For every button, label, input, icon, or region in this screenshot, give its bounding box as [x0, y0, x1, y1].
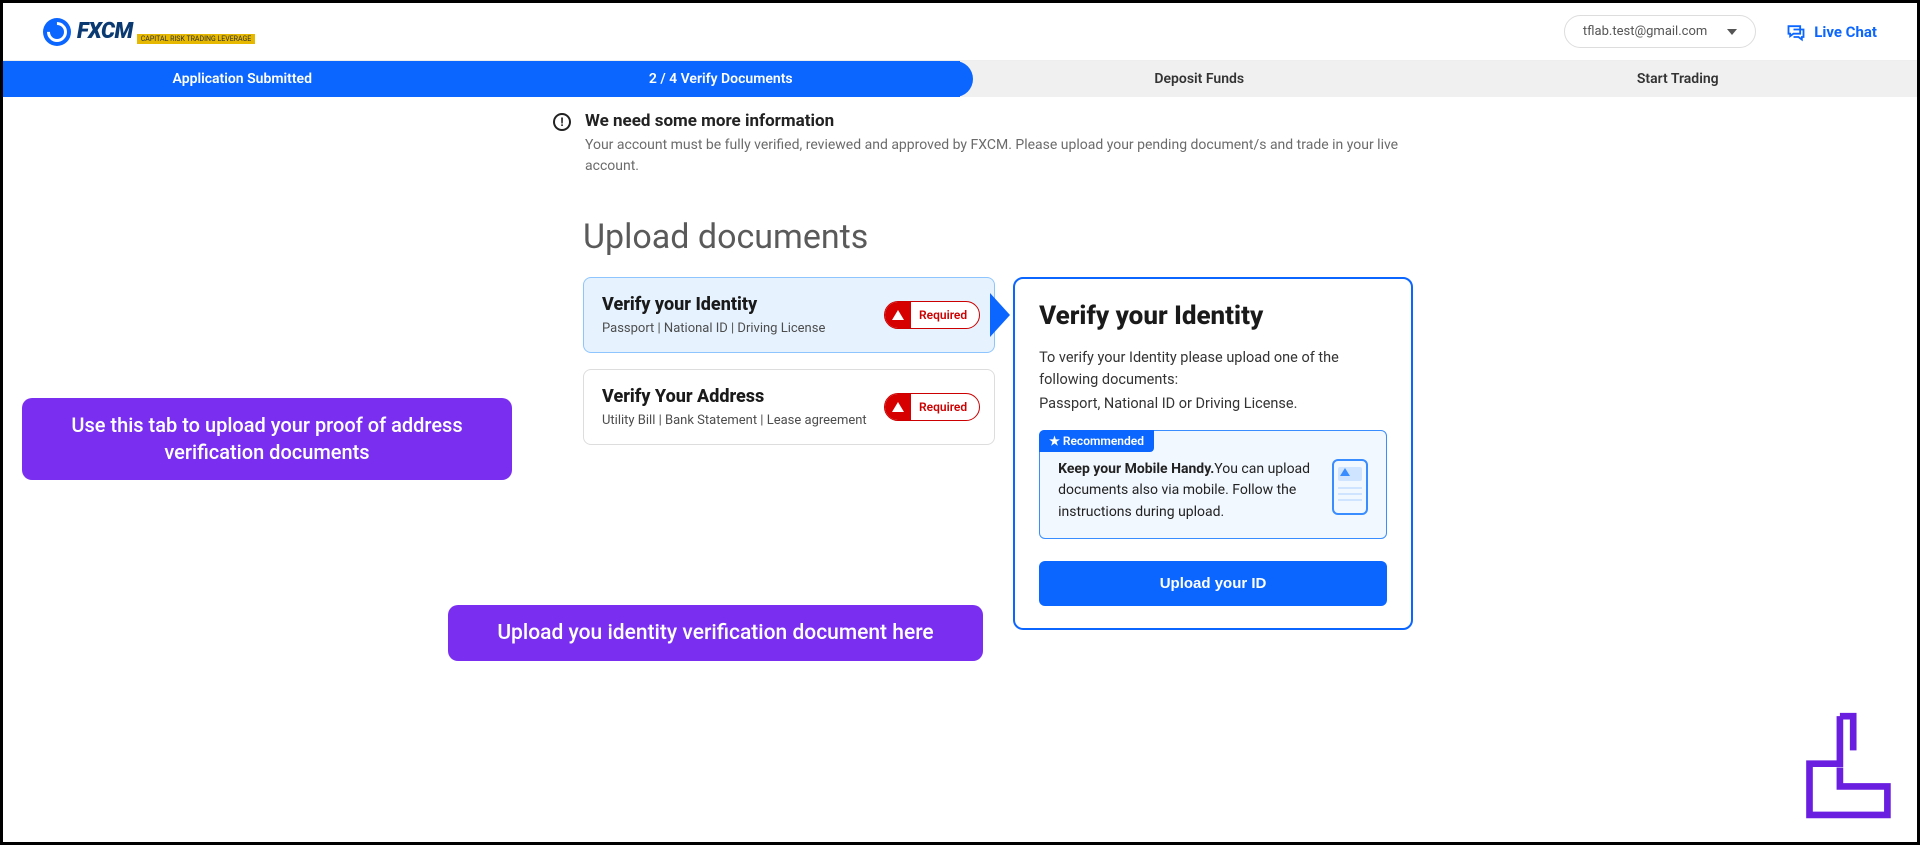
chat-icon	[1786, 22, 1806, 42]
recommended-label: ★ Recommended	[1039, 430, 1154, 452]
panel-title: Verify your Identity	[1039, 301, 1387, 331]
document-tabs: Verify your Identity Passport | National…	[583, 277, 995, 630]
header-right: tflab.test@gmail.com Live Chat	[1564, 15, 1877, 48]
info-desc: Your account must be fully verified, rev…	[585, 135, 1413, 177]
panel-desc-1: To verify your Identity please upload on…	[1039, 347, 1387, 391]
progress-bar: Application Submitted 2 / 4 Verify Docum…	[3, 61, 1917, 97]
logo-icon	[43, 18, 71, 46]
header: FXCM CAPITAL RISK TRADING LEVERAGE tflab…	[3, 3, 1917, 61]
upload-id-button[interactable]: Upload your ID	[1039, 561, 1387, 606]
watermark-logo	[1800, 712, 1895, 826]
watermark-icon	[1800, 712, 1895, 822]
callout-address-tab: Use this tab to upload your proof of add…	[22, 398, 512, 480]
required-badge: Required	[884, 301, 980, 329]
info-icon-wrap: !	[553, 113, 571, 131]
required-badge: Required	[884, 393, 980, 421]
section-title: Upload documents	[583, 217, 1413, 257]
callout-upload-here: Upload you identity verification documen…	[448, 605, 983, 661]
upload-area: Verify your Identity Passport | National…	[583, 277, 1413, 630]
progress-step-verify: 2 / 4 Verify Documents	[482, 61, 961, 97]
user-menu[interactable]: tflab.test@gmail.com	[1564, 15, 1756, 48]
chevron-down-icon	[1727, 29, 1737, 35]
recommended-bold: Keep your Mobile Handy.	[1058, 461, 1214, 477]
required-label: Required	[911, 396, 979, 418]
progress-step-start[interactable]: Start Trading	[1439, 61, 1918, 97]
recommended-text: Keep your Mobile Handy.You can upload do…	[1058, 459, 1318, 524]
identity-panel: Verify your Identity To verify your Iden…	[1013, 277, 1413, 630]
progress-step-submitted: Application Submitted	[3, 61, 482, 97]
logo-subtext: CAPITAL RISK TRADING LEVERAGE	[137, 34, 256, 44]
progress-step-deposit[interactable]: Deposit Funds	[960, 61, 1439, 97]
tab-verify-address[interactable]: Verify Your Address Utility Bill | Bank …	[583, 369, 995, 445]
info-icon: !	[553, 113, 571, 131]
phone-icon	[1332, 459, 1368, 515]
logo[interactable]: FXCM CAPITAL RISK TRADING LEVERAGE	[43, 18, 255, 46]
required-label: Required	[911, 304, 979, 326]
info-title: We need some more information	[585, 111, 1413, 131]
info-banner: ! We need some more information Your acc…	[553, 111, 1413, 177]
user-email: tflab.test@gmail.com	[1583, 24, 1707, 39]
tab-verify-identity[interactable]: Verify your Identity Passport | National…	[583, 277, 995, 353]
live-chat-button[interactable]: Live Chat	[1786, 22, 1877, 42]
alert-icon	[885, 394, 911, 420]
live-chat-label: Live Chat	[1814, 23, 1877, 41]
main-content: ! We need some more information Your acc…	[553, 97, 1413, 630]
logo-text: FXCM	[77, 19, 133, 44]
panel-desc-2: Passport, National ID or Driving License…	[1039, 395, 1387, 412]
recommended-box: ★ Recommended Keep your Mobile Handy.You…	[1039, 430, 1387, 539]
alert-icon	[885, 302, 911, 328]
